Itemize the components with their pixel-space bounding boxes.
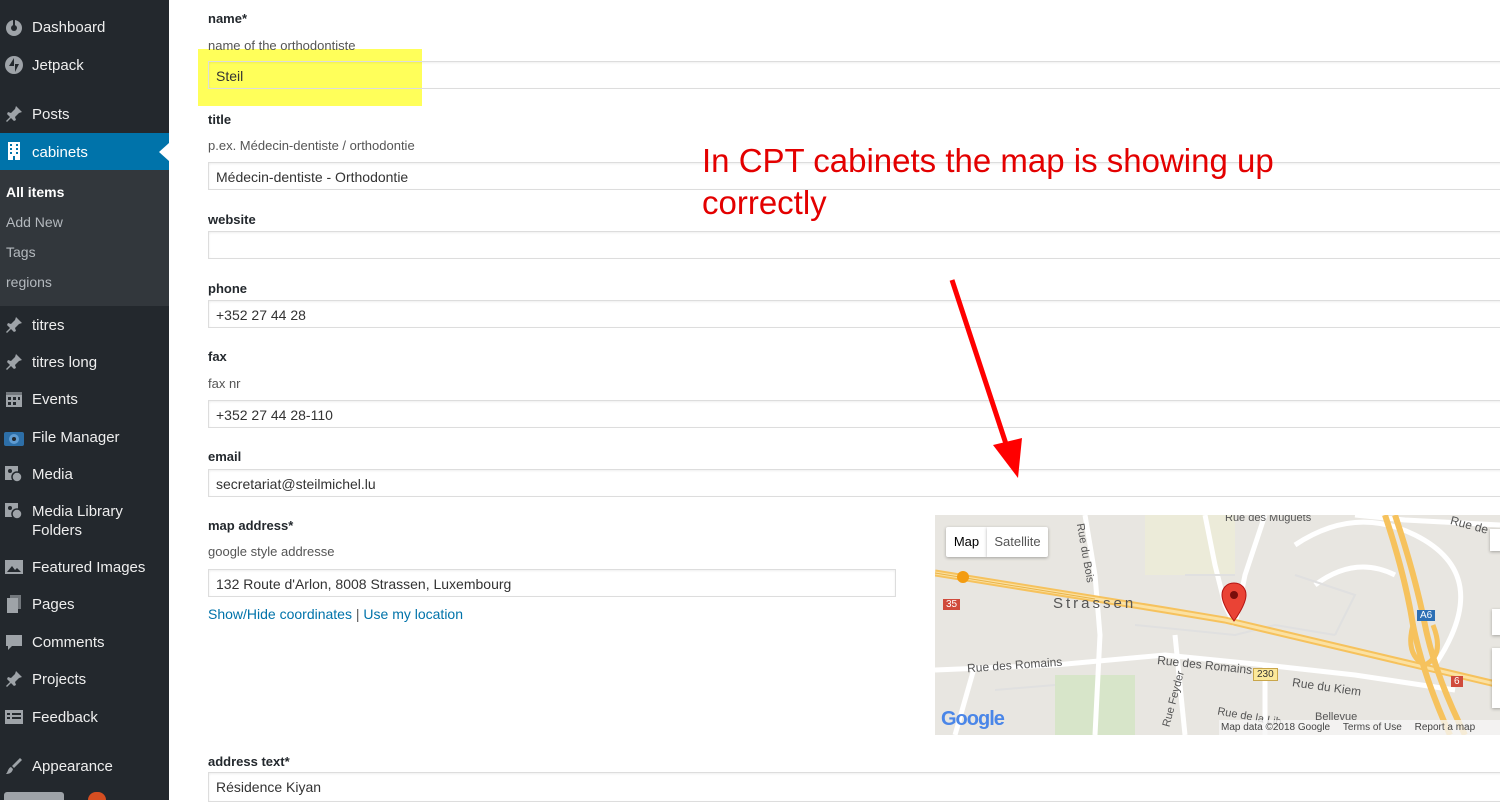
sidebar-item-titres[interactable]: titres [0,315,169,337]
pin-icon [6,354,22,370]
current-menu-arrow-icon [159,143,169,161]
map-tab-map[interactable]: Map [946,527,987,557]
email-field[interactable]: secretariat@steilmichel.lu [208,469,1500,497]
phone-label: phone [208,281,247,296]
sidebar-item-posts[interactable]: Posts [0,104,169,126]
road-badge: 230 [1253,668,1278,681]
use-my-location-link[interactable]: Use my location [363,606,463,622]
submenu-tags[interactable]: Tags [6,244,36,260]
fullscreen-icon[interactable] [1490,529,1500,551]
sidebar-item-titres-long[interactable]: titres long [0,352,169,374]
name-label: name* [208,11,248,26]
map-street-label: Rue des Muguets [1225,515,1312,524]
road-badge: 35 [943,599,961,610]
zoom-controls[interactable] [1492,648,1500,708]
admin-sidebar: Dashboard Jetpack Posts cabinets All ite… [0,0,169,800]
map-address-description: google style addresse [208,544,335,559]
name-description: name of the orthodontiste [208,38,356,53]
google-logo: Google [941,708,1005,730]
restaurant-poi-icon [957,571,969,583]
sidebar-item-events[interactable]: Events [0,389,169,411]
media-icon [5,503,23,520]
pegman-icon[interactable] [1492,609,1500,635]
pin-icon [6,317,22,333]
sidebar-item-pages[interactable]: Pages [0,594,169,616]
file-manager-icon [4,432,24,446]
fax-description: fax nr [208,376,241,391]
comment-icon [6,635,22,650]
sidebar-item-dashboard[interactable]: Dashboard [0,17,169,39]
address-text-field[interactable]: Résidence Kiyan [208,772,1500,802]
website-label: website [208,212,256,227]
website-field[interactable] [208,231,1500,259]
image-icon [5,560,23,574]
map-links: Show/Hide coordinates | Use my location [208,606,463,622]
link-separator: | [355,606,360,622]
sidebar-item-media-library-folders[interactable]: Media Library Folders [0,501,169,543]
title-label: title [208,112,232,127]
submenu-add-new[interactable]: Add New [6,214,63,230]
sidebar-item-featured-images[interactable]: Featured Images [0,557,169,579]
map-attribution-bar: Map data ©2018 Google Terms of Use Repor… [1219,720,1500,735]
feedback-icon [5,710,23,724]
email-label: email [208,449,242,464]
title-description: p.ex. Médecin-dentiste / orthodontie [208,138,415,153]
google-map[interactable]: Map Satellite Strassen Rue des Romains R… [935,515,1500,735]
pin-icon [6,671,22,687]
pin-icon [6,106,22,122]
dashboard-icon [6,20,22,36]
fax-label: fax [208,349,227,364]
calendar-icon [6,392,22,407]
sidebar-item-file-manager[interactable]: File Manager [0,427,169,449]
notification-badge [88,792,106,800]
map-data-attribution: Map data ©2018 Google [1221,722,1331,733]
address-text-label: address text* [208,754,290,769]
brush-icon [6,758,22,774]
road-badge: A6 [1417,610,1436,621]
map-address-field[interactable]: 132 Route d'Arlon, 8008 Strassen, Luxemb… [208,569,896,597]
fax-field[interactable]: +352 27 44 28-110 [208,400,1500,428]
media-icon [5,466,23,483]
report-map-link[interactable]: Report a map [1415,722,1476,733]
sidebar-item-cabinets[interactable]: cabinets [0,133,169,170]
show-hide-coordinates-link[interactable]: Show/Hide coordinates [208,606,352,622]
cabinets-submenu: All items Add New Tags regions [0,170,169,306]
phone-field[interactable]: +352 27 44 28 [208,300,1500,328]
submenu-regions[interactable]: regions [6,274,52,290]
cutoff-menu-item [4,792,64,800]
sidebar-item-comments[interactable]: Comments [0,632,169,654]
terms-of-use-link[interactable]: Terms of Use [1343,722,1402,733]
annotation-text: In CPT cabinets the map is showing up co… [702,142,1274,221]
map-tab-satellite[interactable]: Satellite [987,527,1048,557]
sidebar-item-feedback[interactable]: Feedback [0,707,169,729]
building-icon [8,142,20,160]
annotation-arrow [949,279,1022,478]
map-address-label: map address* [208,518,294,533]
sidebar-item-projects[interactable]: Projects [0,669,169,691]
pages-icon [7,595,21,613]
submenu-all-items[interactable]: All items [6,184,64,200]
sidebar-item-appearance[interactable]: Appearance [0,756,169,778]
map-place-label: Strassen [1053,595,1137,612]
jetpack-icon [5,56,23,74]
road-badge: 6 [1451,676,1463,687]
map-marker-icon[interactable] [1220,581,1248,623]
name-field[interactable]: Steil [208,61,1500,89]
sidebar-item-media[interactable]: Media [0,464,169,486]
sidebar-item-jetpack[interactable]: Jetpack [0,55,169,77]
